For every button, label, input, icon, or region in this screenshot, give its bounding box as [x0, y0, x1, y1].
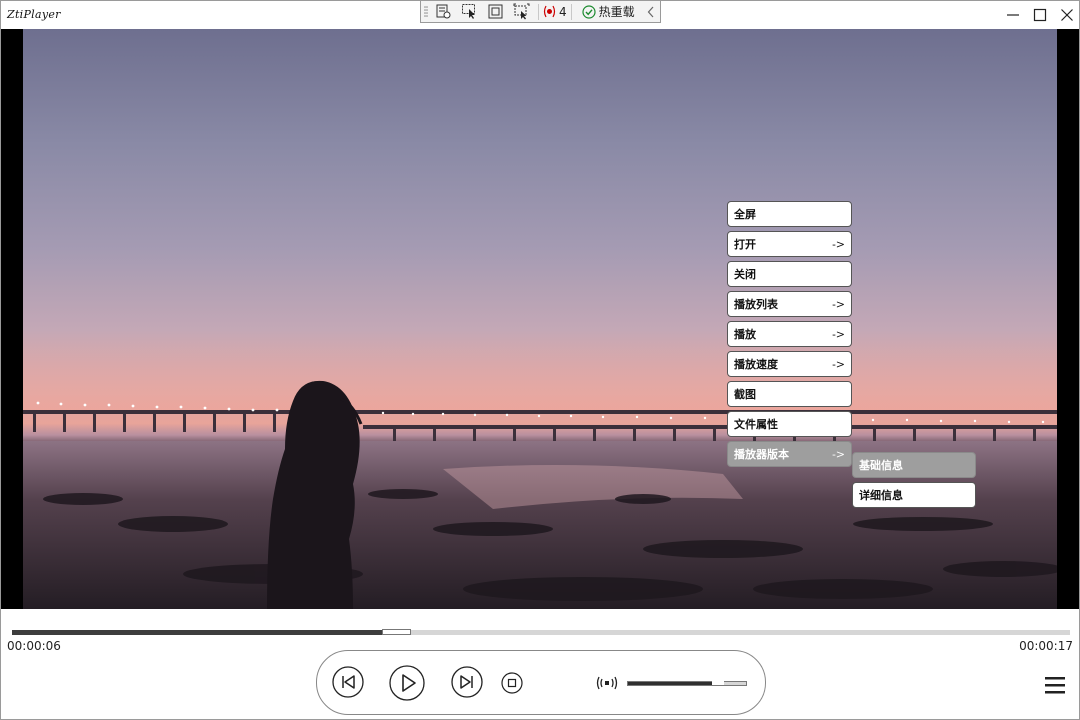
stop-icon [501, 672, 523, 694]
close-button[interactable] [1053, 1, 1080, 29]
hot-reload-button[interactable]: 热重载 [582, 3, 635, 20]
play-icon [389, 665, 425, 701]
debug-toolbar: 4 热重载 [420, 1, 661, 23]
chevron-left-icon [647, 6, 654, 17]
track-focus-icon [513, 3, 529, 20]
menu-item-label: 播放 [734, 328, 756, 341]
maximize-button[interactable] [1026, 1, 1054, 29]
next-button[interactable] [451, 666, 483, 698]
total-duration: 00:00:17 [1019, 639, 1073, 653]
menu-item-screenshot[interactable]: 截图 [727, 381, 852, 407]
submenu-arrow-icon: -> [832, 447, 845, 461]
hamburger-menu-icon [1045, 677, 1065, 694]
submenu-item-basic-info[interactable]: 基础信息 [852, 452, 976, 478]
toolbar-divider [538, 3, 539, 20]
menu-item-open[interactable]: 打开 -> [727, 231, 852, 257]
minimize-icon [1007, 14, 1019, 16]
menu-item-label: 详细信息 [859, 489, 903, 502]
check-circle-icon [582, 4, 596, 19]
binding-failures-button[interactable]: 4 [543, 5, 567, 19]
submenu-item-detailed-info[interactable]: 详细信息 [852, 482, 976, 508]
volume-slider-thumb[interactable] [712, 681, 724, 685]
toolbar-divider [570, 3, 572, 20]
binding-error-icon [543, 5, 556, 18]
track-focused-element-button[interactable] [508, 2, 534, 22]
display-layout-adorners-button[interactable] [482, 2, 508, 22]
volume-slider[interactable] [627, 681, 747, 686]
live-visual-tree-button[interactable] [430, 2, 456, 22]
collapse-toolbar-button[interactable] [642, 6, 660, 18]
submenu-arrow-icon: -> [832, 297, 845, 311]
skip-next-icon [451, 666, 483, 698]
context-menu: 全屏 打开 -> 关闭 播放列表 -> 播放 -> 播放速度 -> 截图 文件属性 播放… [727, 201, 852, 471]
menu-item-file-properties[interactable]: 文件属性 [727, 411, 852, 437]
app-title: ZtiPlayer [7, 8, 61, 21]
playlist-menu-button[interactable] [1044, 675, 1066, 695]
binding-error-count: 4 [559, 4, 567, 19]
menu-item-label: 播放列表 [734, 298, 778, 311]
select-element-button[interactable] [456, 2, 482, 22]
volume-icon [596, 676, 618, 690]
skip-previous-icon [332, 666, 364, 698]
volume-slider-fill [628, 682, 714, 685]
menu-item-label: 关闭 [734, 268, 756, 281]
seek-bar-fill [12, 630, 382, 635]
select-element-icon [461, 4, 475, 19]
minimize-button[interactable] [999, 1, 1027, 29]
grip-handle-icon[interactable] [421, 2, 430, 22]
play-button[interactable] [389, 665, 425, 701]
menu-item-playback-speed[interactable]: 播放速度 -> [727, 351, 852, 377]
menu-item-label: 文件属性 [734, 418, 778, 431]
hot-reload-label: 热重载 [598, 5, 635, 19]
current-time: 00:00:06 [7, 639, 61, 653]
menu-item-player-version[interactable]: 播放器版本 -> [727, 441, 852, 467]
video-scene [23, 329, 1057, 609]
close-icon [1061, 9, 1073, 21]
menu-item-label: 播放速度 [734, 358, 778, 371]
menu-item-label: 播放器版本 [734, 448, 789, 461]
seek-bar-thumb[interactable] [382, 629, 411, 635]
seek-bar[interactable] [12, 629, 1070, 635]
menu-item-label: 基础信息 [859, 459, 903, 472]
menu-item-play[interactable]: 播放 -> [727, 321, 852, 347]
video-area[interactable] [1, 29, 1079, 609]
visual-tree-icon [436, 4, 450, 19]
menu-item-label: 打开 [734, 238, 756, 251]
control-panel [316, 650, 766, 715]
layout-adorner-icon [488, 4, 502, 19]
menu-item-fullscreen[interactable]: 全屏 [727, 201, 852, 227]
menu-item-label: 截图 [734, 388, 756, 401]
video-frame[interactable] [23, 29, 1057, 609]
version-submenu: 基础信息 详细信息 [852, 452, 976, 512]
submenu-arrow-icon: -> [832, 357, 845, 371]
submenu-arrow-icon: -> [832, 327, 845, 341]
volume-button[interactable] [595, 675, 619, 691]
menu-item-label: 全屏 [734, 208, 756, 221]
previous-button[interactable] [332, 666, 364, 698]
maximize-icon [1033, 8, 1047, 22]
menu-item-close[interactable]: 关闭 [727, 261, 852, 287]
player-window: ZtiPlayer 4 热重载 全屏 打开 -> 关闭 播放列表 -> 播放 -… [0, 0, 1080, 720]
submenu-arrow-icon: -> [832, 237, 845, 251]
stop-button[interactable] [501, 672, 523, 694]
menu-item-playlist[interactable]: 播放列表 -> [727, 291, 852, 317]
